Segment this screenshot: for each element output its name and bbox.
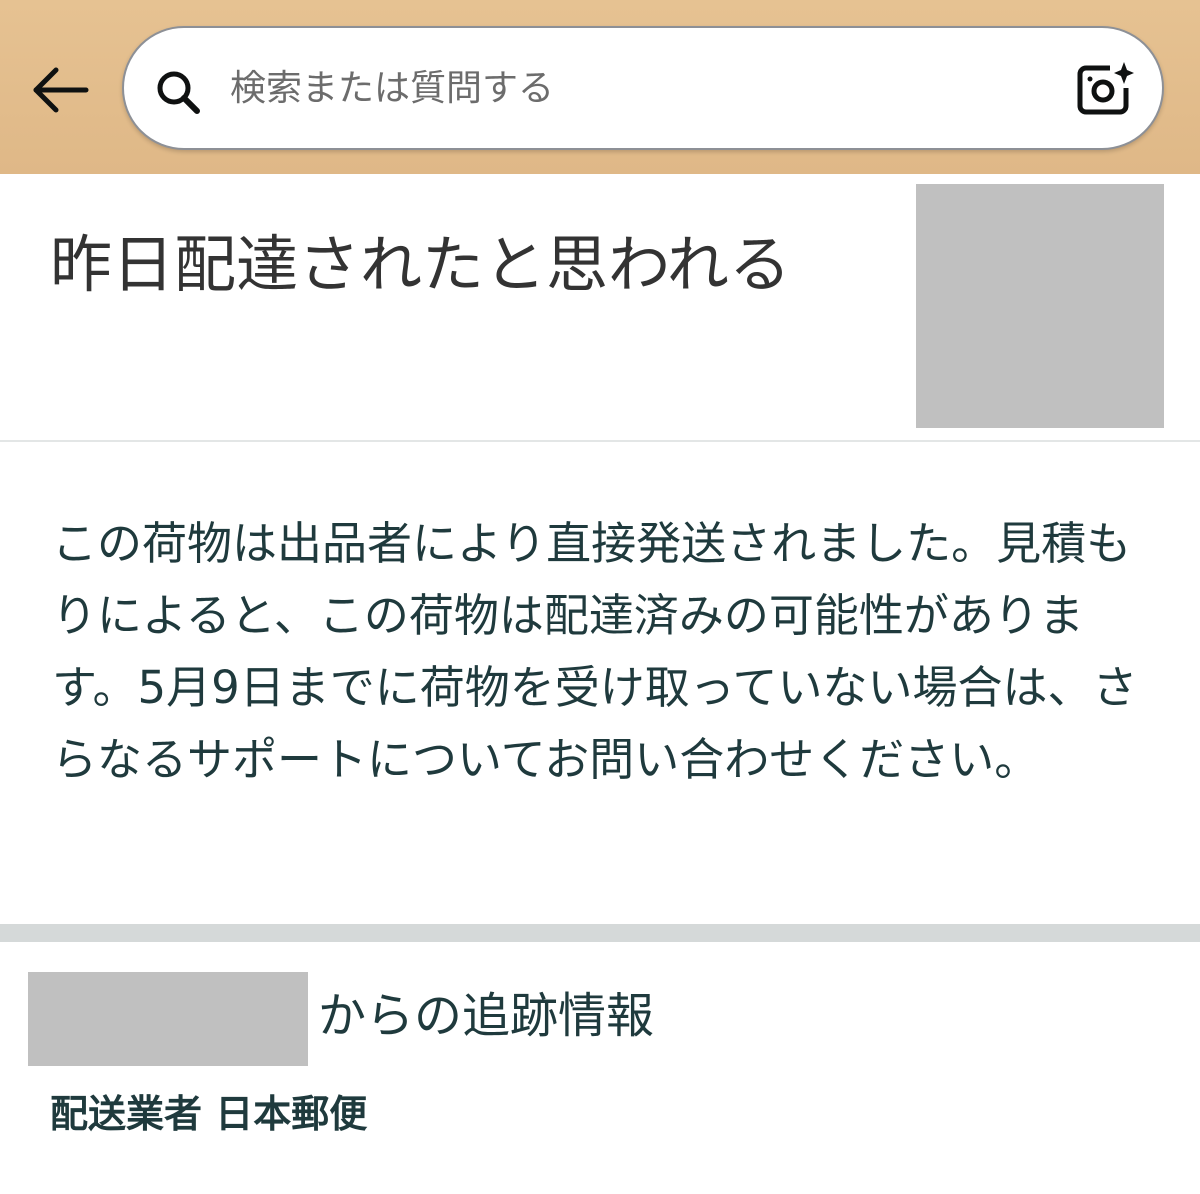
top-navigation-bar [0, 0, 1200, 174]
delivery-status-section: 昨日配達されたと思われる [0, 174, 1200, 440]
arrow-left-icon [33, 67, 89, 113]
section-divider [0, 924, 1200, 942]
tracking-title: からの追跡情報 [318, 988, 655, 1044]
delivery-message: この荷物は出品者により直接発送されました。見積もりによると、この荷物は配達済みの… [52, 517, 1138, 786]
divider [0, 440, 1200, 442]
carrier-label: 配送業者 日本郵便 [50, 1092, 368, 1136]
back-button[interactable] [24, 58, 96, 122]
camera-search-button[interactable] [1076, 60, 1136, 118]
product-image-redacted[interactable] [916, 184, 1164, 428]
search-icon [157, 71, 200, 114]
seller-name-redacted [28, 972, 308, 1066]
search-input[interactable] [230, 52, 1050, 124]
delivery-status-title: 昨日配達されたと思われる [50, 228, 791, 301]
search-bar[interactable] [122, 26, 1164, 150]
camera-sparkle-icon [1077, 62, 1134, 115]
